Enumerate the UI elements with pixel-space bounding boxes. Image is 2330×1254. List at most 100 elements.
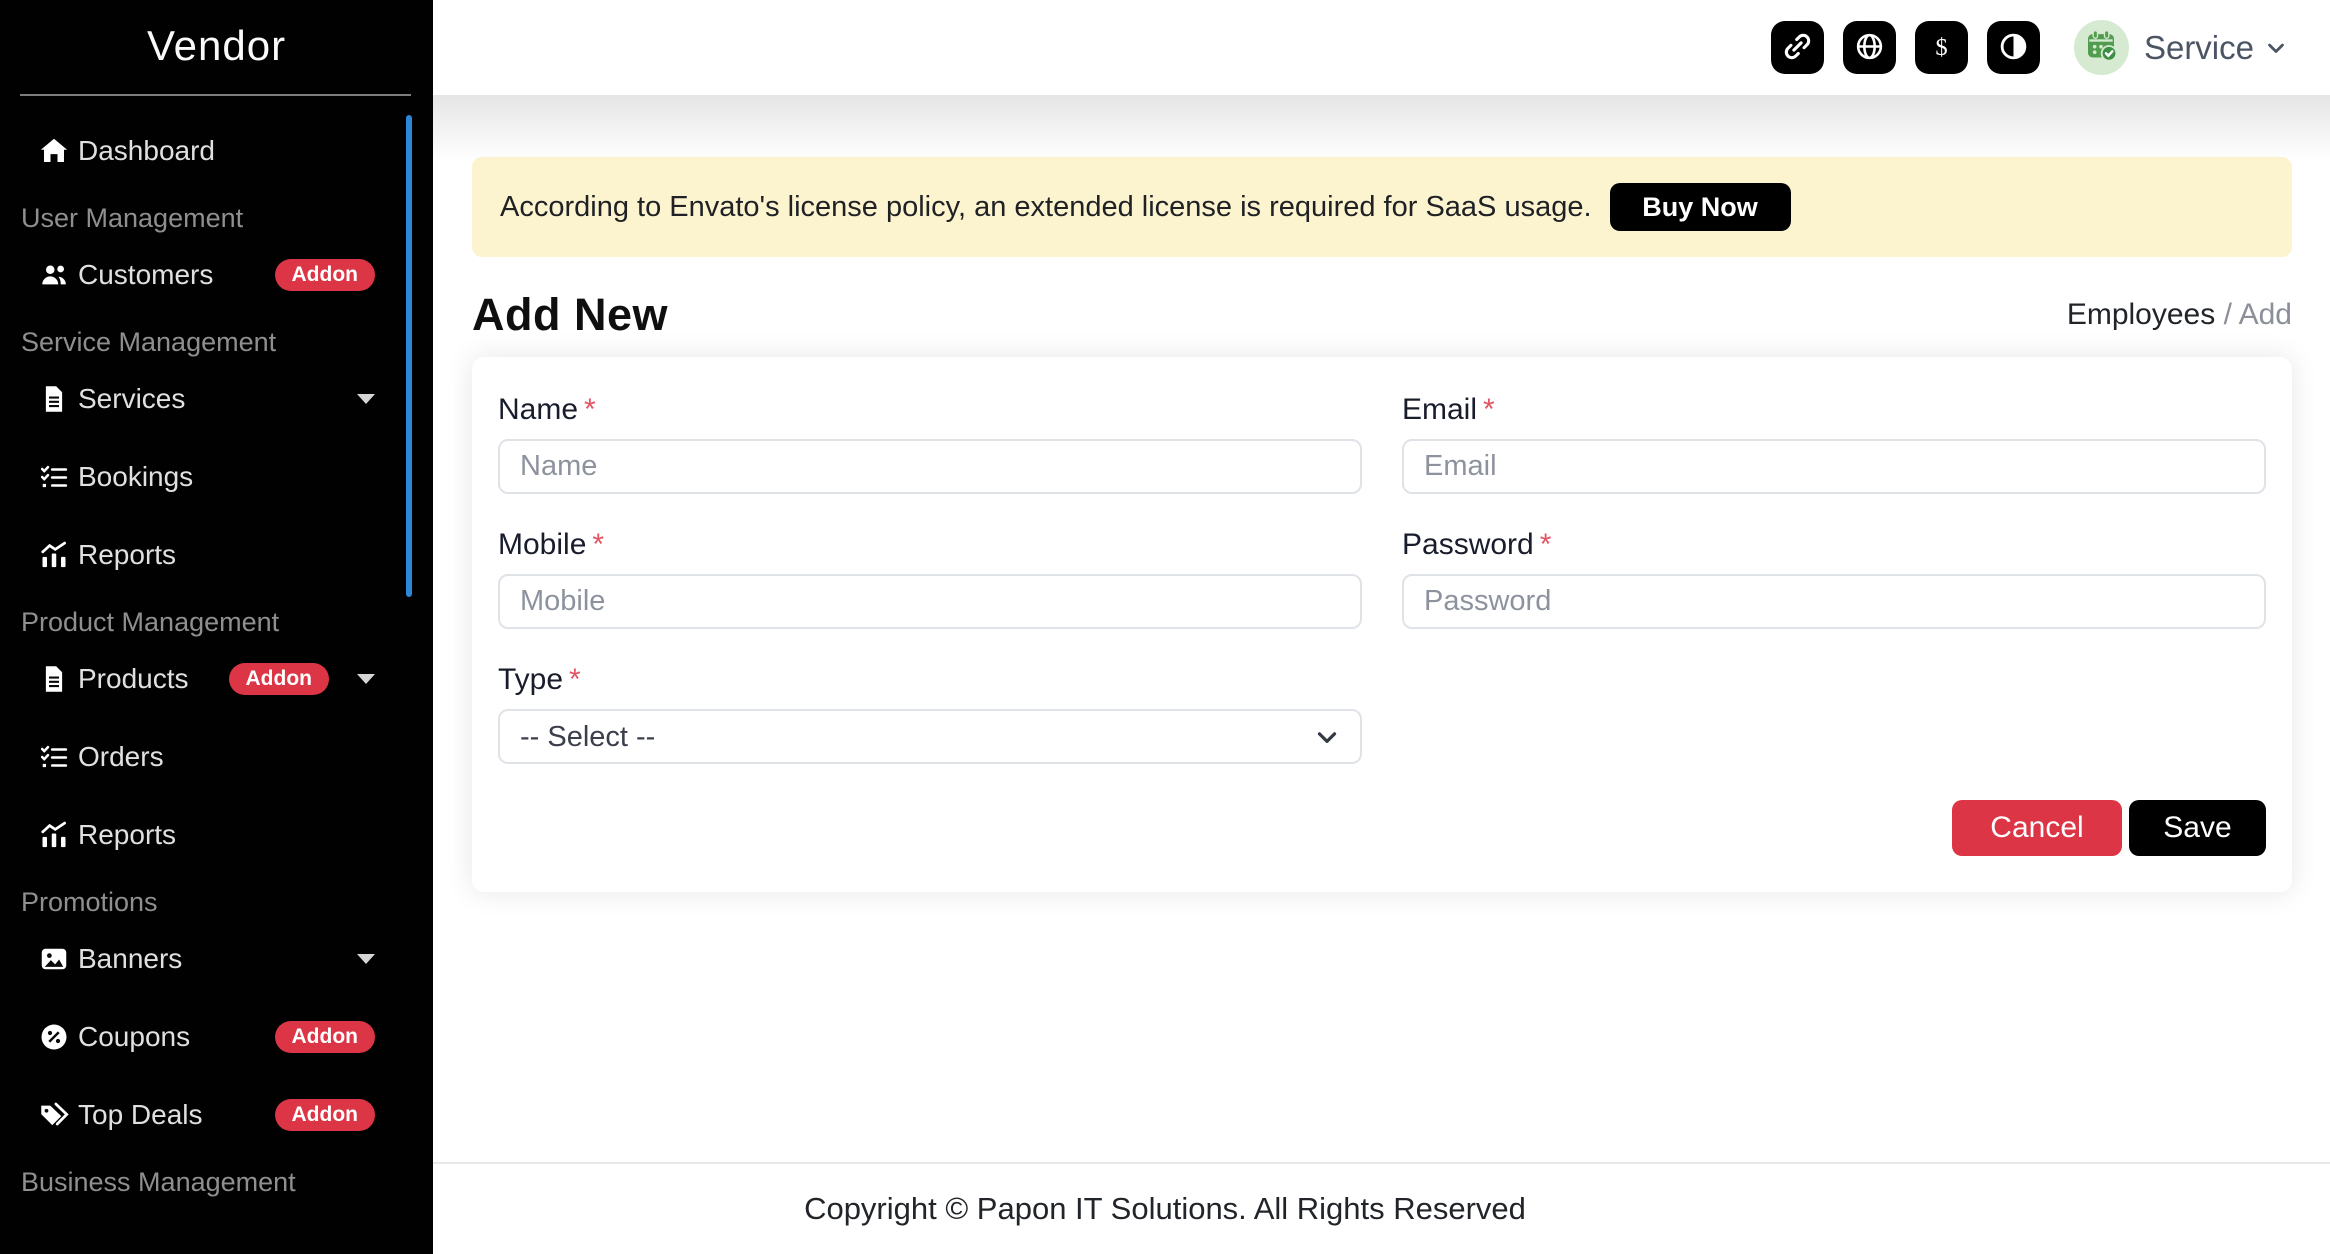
sidebar-item-label: Dashboard bbox=[78, 135, 215, 166]
sidebar-item-label: Bookings bbox=[78, 461, 194, 492]
header-shadow bbox=[433, 95, 2330, 161]
top-header: $ Service bbox=[433, 0, 2330, 95]
globe-icon bbox=[1854, 31, 1885, 65]
sidebar-item-label: Banners bbox=[78, 943, 183, 974]
password-input[interactable] bbox=[1402, 574, 2266, 629]
page-title: Add New bbox=[472, 289, 669, 340]
license-banner: According to Envato's license policy, an… bbox=[472, 157, 2292, 257]
chevron-down-icon bbox=[357, 394, 375, 404]
chevron-down-icon bbox=[357, 954, 375, 964]
content: According to Envato's license policy, an… bbox=[433, 157, 2330, 892]
name-input[interactable] bbox=[498, 439, 1362, 494]
contrast-icon bbox=[1998, 31, 2029, 65]
sidebar-item-orders[interactable]: Orders bbox=[0, 729, 433, 785]
sidebar-item-top-deals[interactable]: Top Deals Addon bbox=[0, 1087, 433, 1143]
form-column-left: Name* Mobile* Type* bbox=[498, 393, 1362, 798]
required-asterisk: * bbox=[1539, 528, 1552, 561]
link-icon bbox=[1782, 31, 1813, 65]
buy-now-button[interactable]: Buy Now bbox=[1609, 183, 1791, 231]
sidebar-item-reports-product[interactable]: Reports bbox=[0, 807, 433, 863]
chevron-down-icon bbox=[357, 674, 375, 684]
footer-copyright: Copyright © Papon IT Solutions. All Righ… bbox=[804, 1191, 1526, 1226]
sidebar-item-banners[interactable]: Banners bbox=[0, 931, 433, 987]
sidebar-item-label: Orders bbox=[78, 741, 164, 772]
house-icon bbox=[37, 134, 71, 168]
license-banner-text: According to Envato's license policy, an… bbox=[500, 190, 1592, 223]
required-asterisk: * bbox=[569, 663, 581, 696]
type-select-wrap: -- Select -- bbox=[498, 709, 1362, 764]
add-employee-form-card: Name* Mobile* Type* bbox=[472, 357, 2292, 892]
language-button[interactable] bbox=[1842, 21, 1896, 74]
calendar-check-icon bbox=[2081, 25, 2121, 70]
currency-button[interactable]: $ bbox=[1914, 21, 1968, 74]
label-text: Mobile bbox=[498, 528, 587, 561]
svg-text:$: $ bbox=[1935, 33, 1947, 60]
sidebar-item-label: Reports bbox=[78, 819, 177, 850]
theme-toggle-button[interactable] bbox=[1986, 21, 2040, 74]
addon-badge: Addon bbox=[274, 259, 375, 291]
label-text: Type bbox=[498, 663, 564, 696]
mobile-input[interactable] bbox=[498, 574, 1362, 629]
breadcrumb-employees-link[interactable]: Employees bbox=[2067, 298, 2215, 331]
required-asterisk: * bbox=[584, 393, 596, 426]
form-column-right: Email* Password* bbox=[1402, 393, 2266, 798]
brand-title: Vendor bbox=[146, 22, 287, 69]
link-button[interactable] bbox=[1770, 21, 1824, 74]
mobile-field-group: Mobile * bbox=[498, 528, 1362, 629]
dollar-icon: $ bbox=[1926, 31, 1957, 65]
list-check-icon bbox=[37, 740, 71, 774]
sidebar-scrollbar-thumb[interactable] bbox=[406, 115, 412, 597]
sidebar-item-reports-service[interactable]: Reports bbox=[0, 527, 433, 583]
email-input[interactable] bbox=[1402, 439, 2266, 494]
avatar[interactable] bbox=[2073, 20, 2129, 75]
sidebar: Vendor Dashboard User Management Custome… bbox=[0, 0, 433, 1254]
type-select[interactable]: -- Select -- bbox=[498, 709, 1362, 764]
file-lines-icon bbox=[37, 382, 71, 416]
sidebar-item-label: Services bbox=[78, 383, 186, 414]
sidebar-item-label: Products bbox=[78, 663, 189, 694]
sidebar-item-dashboard[interactable]: Dashboard bbox=[0, 123, 433, 179]
file-lines-icon bbox=[37, 662, 71, 696]
name-field-group: Name * bbox=[498, 393, 1362, 494]
type-field-group: Type * -- Select -- bbox=[498, 663, 1362, 764]
tags-icon bbox=[37, 1098, 71, 1132]
users-icon bbox=[37, 258, 71, 292]
breadcrumb-current: Add bbox=[2238, 298, 2292, 331]
breadcrumb-separator: / bbox=[2223, 298, 2232, 331]
sidebar-section-service-management: Service Management bbox=[21, 327, 277, 357]
chevron-down-icon[interactable] bbox=[2262, 34, 2290, 62]
required-asterisk: * bbox=[1483, 393, 1495, 426]
sidebar-item-customers[interactable]: Customers Addon bbox=[0, 247, 433, 303]
list-check-icon bbox=[37, 460, 71, 494]
sidebar-nav: Dashboard User Management Customers Addo… bbox=[0, 96, 433, 1199]
addon-badge: Addon bbox=[228, 663, 329, 695]
image-icon bbox=[37, 942, 71, 976]
sidebar-item-label: Coupons bbox=[78, 1021, 191, 1052]
sidebar-section-promotions: Promotions bbox=[21, 887, 158, 917]
sidebar-item-services[interactable]: Services bbox=[0, 371, 433, 427]
sidebar-item-coupons[interactable]: Coupons Addon bbox=[0, 1009, 433, 1065]
sidebar-item-products[interactable]: Products Addon bbox=[0, 651, 433, 707]
sidebar-item-label: Customers bbox=[78, 259, 214, 290]
breadcrumb: Employees / Add bbox=[2067, 298, 2292, 332]
sidebar-item-label: Reports bbox=[78, 539, 177, 570]
required-asterisk: * bbox=[592, 528, 605, 561]
sidebar-item-bookings[interactable]: Bookings bbox=[0, 449, 433, 505]
cancel-button[interactable]: Cancel bbox=[1952, 800, 2122, 856]
label-text: Password bbox=[1402, 528, 1534, 561]
password-label: Password * bbox=[1402, 528, 2266, 562]
title-row: Add New Employees / Add bbox=[472, 289, 2292, 341]
email-field-group: Email * bbox=[1402, 393, 2266, 494]
chart-icon bbox=[37, 818, 71, 852]
sidebar-section-business-management: Business Management bbox=[21, 1167, 296, 1197]
form-actions: Cancel Save bbox=[498, 800, 2266, 872]
addon-badge: Addon bbox=[274, 1099, 375, 1131]
save-button[interactable]: Save bbox=[2129, 800, 2266, 856]
chart-icon bbox=[37, 538, 71, 572]
addon-badge: Addon bbox=[274, 1021, 375, 1053]
sidebar-item-label: Top Deals bbox=[78, 1099, 203, 1130]
profile-name[interactable]: Service bbox=[2144, 29, 2254, 67]
type-label: Type * bbox=[498, 663, 1362, 697]
sidebar-section-user-management: User Management bbox=[21, 203, 244, 233]
password-field-group: Password * bbox=[1402, 528, 2266, 629]
